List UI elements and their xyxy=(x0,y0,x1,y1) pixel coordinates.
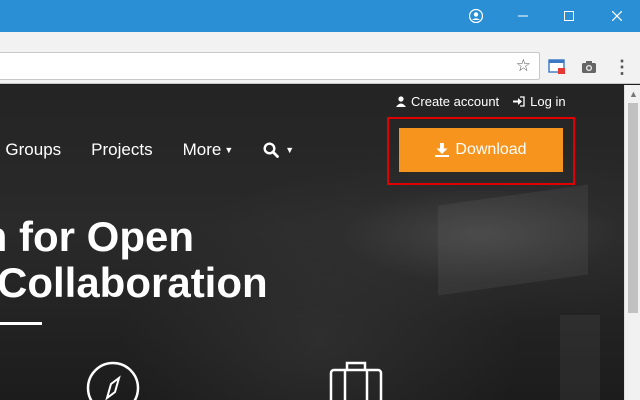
download-highlight: Download xyxy=(387,117,575,185)
compass-icon xyxy=(86,361,140,400)
star-icon[interactable]: ☆ xyxy=(516,56,531,76)
account-links: Create account Log in xyxy=(396,94,566,109)
address-bar[interactable]: ☆ xyxy=(0,52,540,80)
user-icon xyxy=(396,96,406,107)
download-button[interactable]: Download xyxy=(399,128,563,172)
minimize-button[interactable] xyxy=(500,0,546,32)
login-link[interactable]: Log in xyxy=(513,94,566,109)
hero-divider xyxy=(0,322,42,325)
hero-line-1: m for Open xyxy=(0,213,195,260)
login-label: Log in xyxy=(530,94,566,109)
background-podium xyxy=(560,315,600,400)
sign-in-icon xyxy=(513,96,525,107)
search-icon xyxy=(263,142,280,158)
scroll-thumb[interactable] xyxy=(628,103,638,313)
nav-item-groups[interactable]: ing Groups xyxy=(0,140,61,160)
nav-item-projects[interactable]: Projects xyxy=(91,140,152,160)
page-viewport: Create account Log in ing Groups Project… xyxy=(0,85,624,400)
main-nav: ing Groups Projects More ▼ ▼ xyxy=(0,140,324,160)
nav-more-label: More xyxy=(182,140,222,159)
close-button[interactable] xyxy=(594,0,640,32)
cast-extension-icon[interactable] xyxy=(546,56,568,78)
background-screen xyxy=(438,184,588,296)
nav-search[interactable]: ▼ xyxy=(263,142,294,158)
profile-icon[interactable] xyxy=(453,0,499,32)
nav-item-more[interactable]: More ▼ xyxy=(183,140,234,160)
download-icon xyxy=(435,143,450,157)
maximize-button[interactable] xyxy=(546,0,592,32)
hero-line-2: Collaboration xyxy=(0,259,268,306)
scroll-up-icon[interactable]: ▲ xyxy=(629,89,638,99)
caret-down-icon: ▼ xyxy=(285,145,295,155)
create-account-link[interactable]: Create account xyxy=(396,94,499,109)
camera-icon[interactable] xyxy=(578,56,600,78)
url-input[interactable] xyxy=(0,53,507,79)
vertical-scrollbar[interactable]: ▲ xyxy=(624,85,640,400)
suitcase-icon xyxy=(329,361,383,400)
create-account-label: Create account xyxy=(411,94,500,109)
kebab-menu-icon[interactable]: ⋮ xyxy=(611,56,633,78)
download-label: Download xyxy=(455,141,527,158)
window-titlebar xyxy=(0,0,640,32)
browser-toolbar: ☆ ⋮ xyxy=(0,32,640,84)
caret-down-icon: ▼ xyxy=(224,145,234,155)
